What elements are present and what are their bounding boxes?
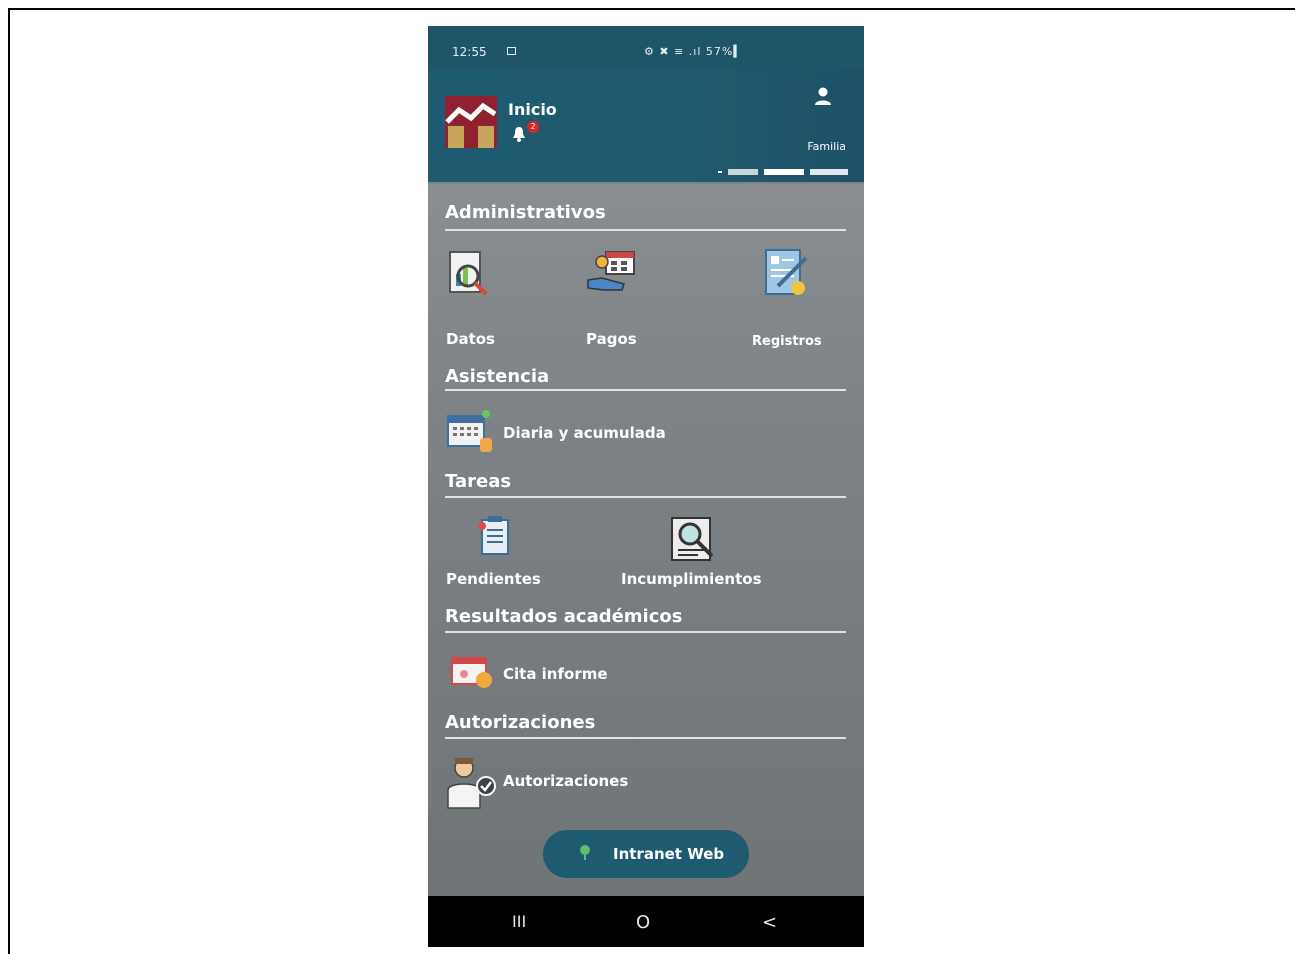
incumplimientos-label[interactable]: Incumplimientos <box>621 570 762 588</box>
menu-content: Administrativos Datos Pagos Registros As… <box>428 184 864 896</box>
phone-screen: 12:55 ⚙ ✖ ≡ .ıl 57%▍ Inicio 2 Familia Ad… <box>428 26 864 947</box>
task-list-icon[interactable] <box>474 514 514 560</box>
recents-button[interactable]: III <box>512 912 526 931</box>
section-title-asistencia: Asistencia <box>445 366 550 387</box>
globe-icon <box>580 845 590 860</box>
cita-label[interactable]: Cita informe <box>503 665 608 683</box>
calendar-icon <box>507 47 516 55</box>
section-divider <box>445 389 846 391</box>
document-search-icon[interactable] <box>668 514 718 564</box>
section-divider <box>445 737 846 739</box>
section-divider <box>445 496 846 498</box>
clipboard-edit-icon[interactable] <box>762 248 812 300</box>
section-title-autorizaciones: Autorizaciones <box>445 712 596 733</box>
profile-label[interactable]: Familia <box>807 140 846 153</box>
section-title-resultados: Resultados académicos <box>445 606 683 627</box>
user-icon[interactable] <box>814 86 832 106</box>
pendientes-label[interactable]: Pendientes <box>446 570 541 588</box>
home-button[interactable]: O <box>636 912 650 933</box>
intranet-web-label: Intranet Web <box>613 845 725 863</box>
status-time: 12:55 <box>452 45 487 59</box>
pagos-label[interactable]: Pagos <box>586 330 637 348</box>
back-button[interactable]: < <box>762 912 777 933</box>
registros-label[interactable]: Registros <box>752 334 822 349</box>
autorizaciones-label[interactable]: Autorizaciones <box>503 772 628 790</box>
section-divider <box>445 631 846 633</box>
doctor-check-icon[interactable] <box>446 756 498 810</box>
report-meeting-icon[interactable] <box>450 654 496 690</box>
diaria-label[interactable]: Diaria y acumulada <box>503 424 666 442</box>
status-system-icons: ⚙ ✖ ≡ .ıl 57%▍ <box>644 45 743 58</box>
section-divider <box>445 229 846 231</box>
status-bar: 12:55 ⚙ ✖ ≡ .ıl 57%▍ <box>428 26 864 70</box>
bell-icon[interactable] <box>512 126 526 142</box>
system-nav-bar: III O < <box>428 896 864 947</box>
datos-label[interactable]: Datos <box>446 330 495 348</box>
payment-hand-icon[interactable] <box>584 248 640 300</box>
user-name-redacted <box>718 169 848 175</box>
school-logo <box>445 96 497 148</box>
attendance-calendar-icon[interactable] <box>446 408 496 454</box>
page-title: Inicio <box>508 100 557 119</box>
notification-badge: 2 <box>527 121 539 133</box>
app-header: Inicio 2 Familia <box>428 70 864 214</box>
section-title-administrativos: Administrativos <box>445 202 606 223</box>
section-title-tareas: Tareas <box>445 471 512 492</box>
intranet-web-button[interactable]: Intranet Web <box>543 830 749 878</box>
chart-magnifier-icon[interactable] <box>446 248 496 300</box>
